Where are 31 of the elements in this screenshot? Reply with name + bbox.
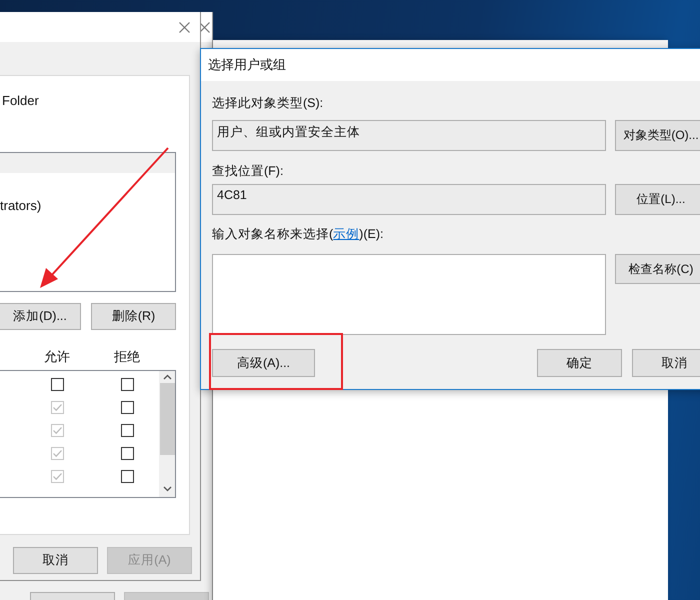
list-item[interactable]: trators) [0, 197, 175, 215]
scrollbar[interactable] [159, 371, 175, 497]
object-types-button[interactable]: 对象类型(O)... [615, 120, 700, 151]
ok-button[interactable]: 确定 [537, 349, 622, 377]
close-icon[interactable] [199, 22, 210, 32]
add-button[interactable]: 添加(D)... [0, 303, 81, 330]
checkbox[interactable] [120, 401, 134, 414]
locations-button[interactable]: 位置(L)... [615, 184, 700, 215]
object-type-field: 用户、组或内置安全主体 [212, 120, 606, 151]
checkbox[interactable] [120, 378, 134, 391]
location-field: 4C81 [212, 184, 606, 215]
field-label: 查找位置(F): [212, 163, 284, 180]
remove-button[interactable]: 删除(R) [91, 303, 176, 330]
close-icon[interactable] [179, 22, 190, 32]
examples-link[interactable]: 示例 [333, 227, 360, 241]
advanced-button[interactable]: 高级(A)... [212, 349, 315, 377]
field-label: 输入对象名称来选择(示例)(E): [212, 226, 384, 243]
window-title: 选择用户或组 [208, 56, 286, 74]
cancel-button[interactable]: 取消 [13, 547, 98, 574]
checkbox[interactable] [120, 424, 134, 437]
checkbox[interactable] [120, 470, 134, 483]
column-header: 允许 [44, 349, 70, 365]
column-header: 拒绝 [114, 349, 140, 365]
check-names-button[interactable]: 检查名称(C) [615, 254, 700, 284]
object-names-input[interactable] [212, 254, 606, 335]
object-name: Folder [2, 92, 39, 110]
field-label: 选择此对象类型(S): [212, 95, 324, 112]
cancel-button[interactable]: 取消 [632, 349, 700, 377]
scroll-thumb[interactable] [160, 383, 174, 455]
checkbox[interactable] [120, 447, 134, 460]
checkbox[interactable] [50, 378, 64, 391]
